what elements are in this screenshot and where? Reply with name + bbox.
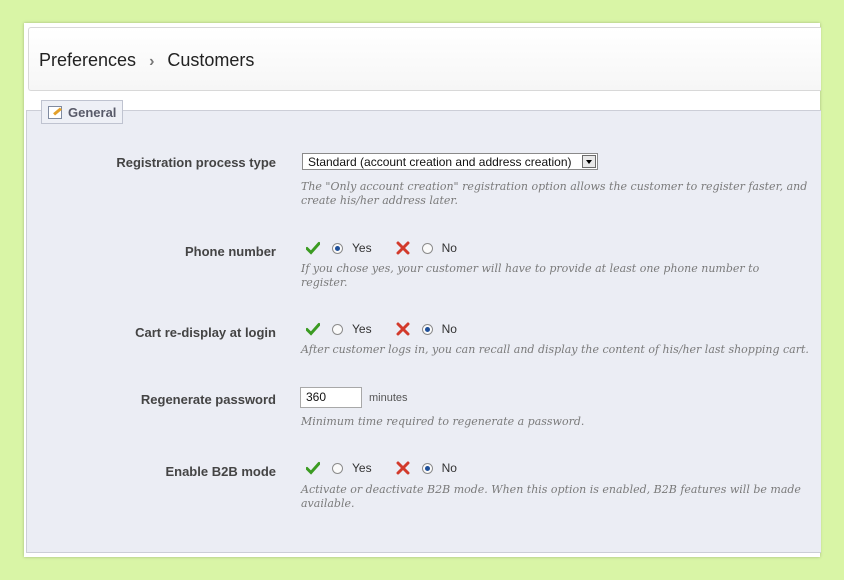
check-icon [306,323,320,336]
b2b-mode-hint: Activate or deactivate B2B mode. When th… [301,483,801,510]
registration-type-label: Registration process type [116,155,276,170]
cart-redisplay-no-label[interactable]: No [442,322,457,336]
cross-icon [396,322,410,336]
check-icon [306,462,320,475]
phone-number-label: Phone number [184,244,276,259]
phone-number-yes-radio[interactable] [332,242,343,254]
breadcrumb: Preferences › Customers [39,50,254,71]
phone-number-yes-label[interactable]: Yes [352,241,372,255]
cross-icon [396,241,410,255]
b2b-mode-no-radio[interactable] [421,462,433,474]
cart-redisplay-yes-label[interactable]: Yes [352,322,372,336]
cart-redisplay-hint: After customer logs in, you can recall a… [301,343,809,356]
b2b-mode-label: Enable B2B mode [165,464,276,479]
cart-redisplay-no-radio[interactable] [421,323,433,335]
cross-icon [396,461,410,475]
registration-type-hint: The "Only account creation" registration… [301,180,808,207]
chevron-down-icon[interactable] [582,155,596,168]
regenerate-password-label: Regenerate password [140,392,276,407]
regenerate-password-input[interactable]: 360 [300,387,362,408]
cart-redisplay-options: Yes No [306,321,457,337]
b2b-mode-yes-label[interactable]: Yes [352,461,372,475]
breadcrumb-root[interactable]: Preferences [39,50,136,70]
regenerate-password-unit: minutes [369,392,408,404]
phone-number-options: Yes No [306,240,457,256]
breadcrumb-separator-icon: › [149,53,155,70]
panel-legend: General [41,100,124,124]
b2b-mode-options: Yes No [306,460,457,476]
breadcrumb-current: Customers [167,50,255,70]
legend-label: General [68,104,117,120]
b2b-mode-no-label[interactable]: No [442,461,457,475]
phone-number-no-label[interactable]: No [442,241,457,255]
edit-icon [48,105,62,119]
b2b-mode-yes-radio[interactable] [332,462,343,474]
page-header: Preferences › Customers [28,27,821,91]
cart-redisplay-label: Cart re-display at login [135,325,276,340]
cart-redisplay-yes-radio[interactable] [332,323,343,335]
registration-type-value: Standard (account creation and address c… [308,155,572,169]
registration-type-select[interactable]: Standard (account creation and address c… [302,153,598,170]
phone-number-no-radio[interactable] [421,242,433,254]
check-icon [306,242,320,255]
phone-number-hint: If you chose yes, your customer will hav… [301,262,760,289]
regenerate-password-hint: Minimum time required to regenerate a pa… [301,415,585,428]
